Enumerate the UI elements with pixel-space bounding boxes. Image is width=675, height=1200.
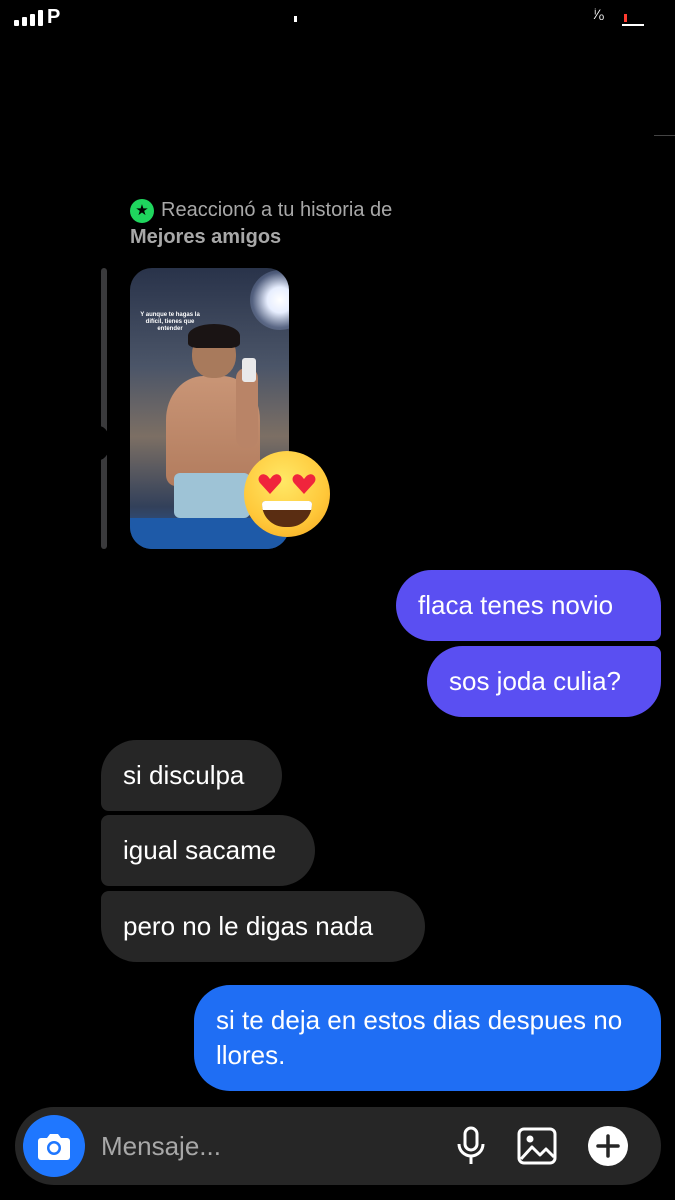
microphone-button[interactable] <box>449 1124 493 1168</box>
camera-button[interactable] <box>23 1115 85 1177</box>
story-phone <box>242 358 256 382</box>
story-lamp-glow <box>250 270 289 330</box>
story-person-shorts <box>174 473 250 518</box>
message-input[interactable] <box>101 1126 421 1166</box>
message-bubble-sent[interactable]: flaca tenes novio <box>396 570 661 641</box>
camera-icon <box>38 1134 70 1160</box>
heart-eyes-emoji-icon <box>244 451 330 537</box>
close-friends-star-icon: ★ <box>130 198 154 223</box>
battery-icon <box>622 12 644 26</box>
more-options-button[interactable] <box>586 1124 630 1168</box>
story-audience-label: Mejores amigos <box>130 226 282 248</box>
carrier-label: P <box>47 6 61 28</box>
status-indicator-icon <box>294 16 297 22</box>
status-bar: P ⁱ⁄ₒ <box>0 0 675 40</box>
gallery-icon <box>517 1127 557 1165</box>
header-divider <box>654 135 675 136</box>
message-composer <box>15 1107 661 1185</box>
story-reply-bar <box>101 268 107 549</box>
plus-icon <box>588 1126 628 1166</box>
message-bubble-received[interactable]: si disculpa <box>101 740 282 811</box>
microphone-icon <box>457 1126 485 1164</box>
message-bubble-received[interactable]: igual sacame <box>101 815 315 886</box>
message-bubble-received[interactable]: pero no le digas nada <box>101 891 425 962</box>
story-reaction-label: Reaccionó a tu historia de <box>161 199 393 221</box>
signal-strength-icon <box>14 10 43 26</box>
story-reply-notch <box>88 426 110 460</box>
heart-eye-right-icon <box>292 474 316 494</box>
story-caption: Y aunque te hagas la difícil, tienes que… <box>140 312 200 332</box>
heart-eye-left-icon <box>258 474 282 494</box>
gallery-button[interactable] <box>515 1124 559 1168</box>
battery-label: ⁱ⁄ₒ <box>594 6 605 22</box>
emoji-mouth <box>262 501 312 527</box>
story-reaction-note: ★ Reaccionó a tu historia de Mejores ami… <box>130 197 392 251</box>
message-bubble-sent[interactable]: si te deja en estos dias despues no llor… <box>194 985 661 1091</box>
message-bubble-sent[interactable]: sos joda culia? <box>427 646 661 717</box>
